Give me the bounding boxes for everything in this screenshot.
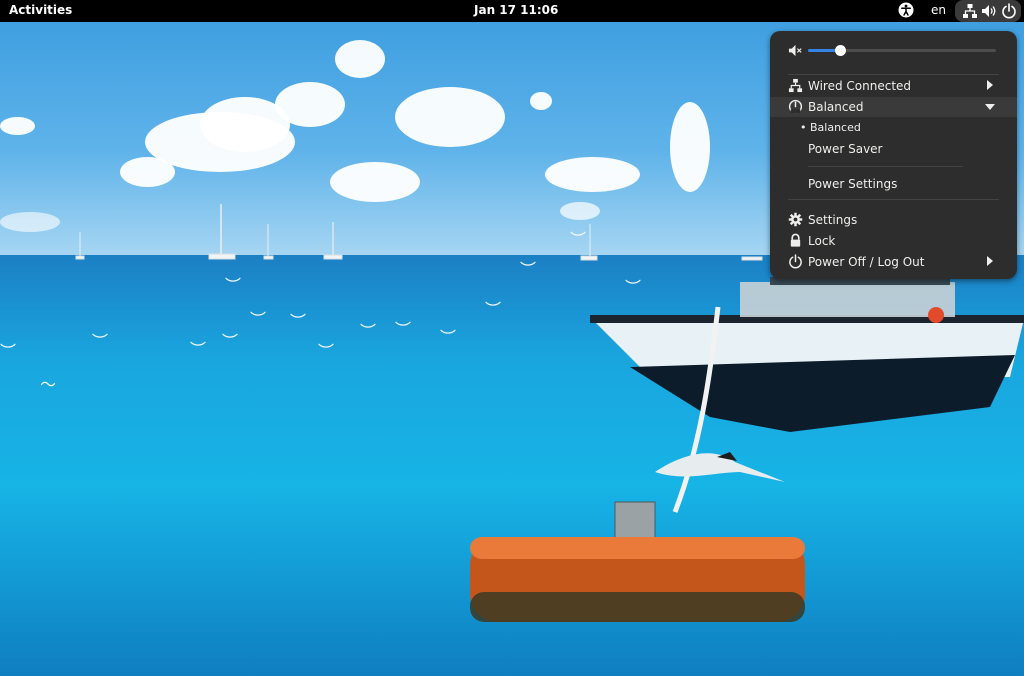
wired-connection-label: Wired Connected	[808, 79, 912, 93]
power-off-item[interactable]: Power Off / Log Out	[770, 252, 1017, 272]
lock-icon	[790, 233, 801, 247]
accessibility-icon[interactable]	[898, 2, 914, 18]
gear-icon	[788, 212, 803, 227]
system-status-area[interactable]	[955, 0, 1021, 22]
power-icon	[1002, 3, 1016, 19]
chevron-right-icon	[987, 80, 993, 90]
power-settings-item[interactable]: Power Settings	[770, 174, 1017, 194]
power-profile-option-balanced[interactable]: • Balanced	[770, 118, 1017, 138]
power-off-label: Power Off / Log Out	[808, 255, 925, 269]
power-profile-option-label: Power Saver	[808, 142, 883, 156]
volume-muted-icon[interactable]	[788, 43, 803, 58]
orange-buoy	[470, 501, 805, 622]
chevron-down-icon	[985, 104, 995, 110]
menu-separator	[788, 74, 999, 75]
network-wired-icon	[788, 78, 803, 93]
lock-label: Lock	[808, 234, 836, 248]
chevron-right-icon	[987, 256, 993, 266]
menu-separator	[808, 166, 963, 167]
activities-button[interactable]: Activities	[9, 3, 72, 17]
settings-item[interactable]: Settings	[770, 210, 1017, 230]
settings-label: Settings	[808, 213, 858, 227]
power-settings-label: Power Settings	[808, 177, 898, 191]
power-profile-option-label: • Balanced	[800, 121, 861, 134]
volume-icon	[982, 5, 996, 17]
volume-slider-knob[interactable]	[834, 45, 846, 56]
lock-item[interactable]: Lock	[770, 231, 1017, 251]
clock[interactable]: Jan 17 11:06	[474, 3, 558, 17]
tern-bird	[655, 452, 785, 482]
network-wired-icon	[963, 4, 977, 18]
power-profile-option-power-saver[interactable]: Power Saver	[770, 139, 1017, 159]
power-icon	[789, 254, 802, 269]
system-menu: Wired Connected Balanced • Balanced Powe…	[770, 31, 1017, 279]
keyboard-language-indicator[interactable]: en	[931, 3, 946, 17]
power-profile-item[interactable]: Balanced	[770, 97, 1017, 117]
top-bar: Activities Jan 17 11:06 en	[0, 0, 1024, 22]
wired-connection-item[interactable]: Wired Connected	[770, 76, 1017, 96]
power-profile-label: Balanced	[808, 100, 864, 114]
menu-separator	[788, 199, 999, 200]
power-profile-icon	[788, 99, 803, 114]
